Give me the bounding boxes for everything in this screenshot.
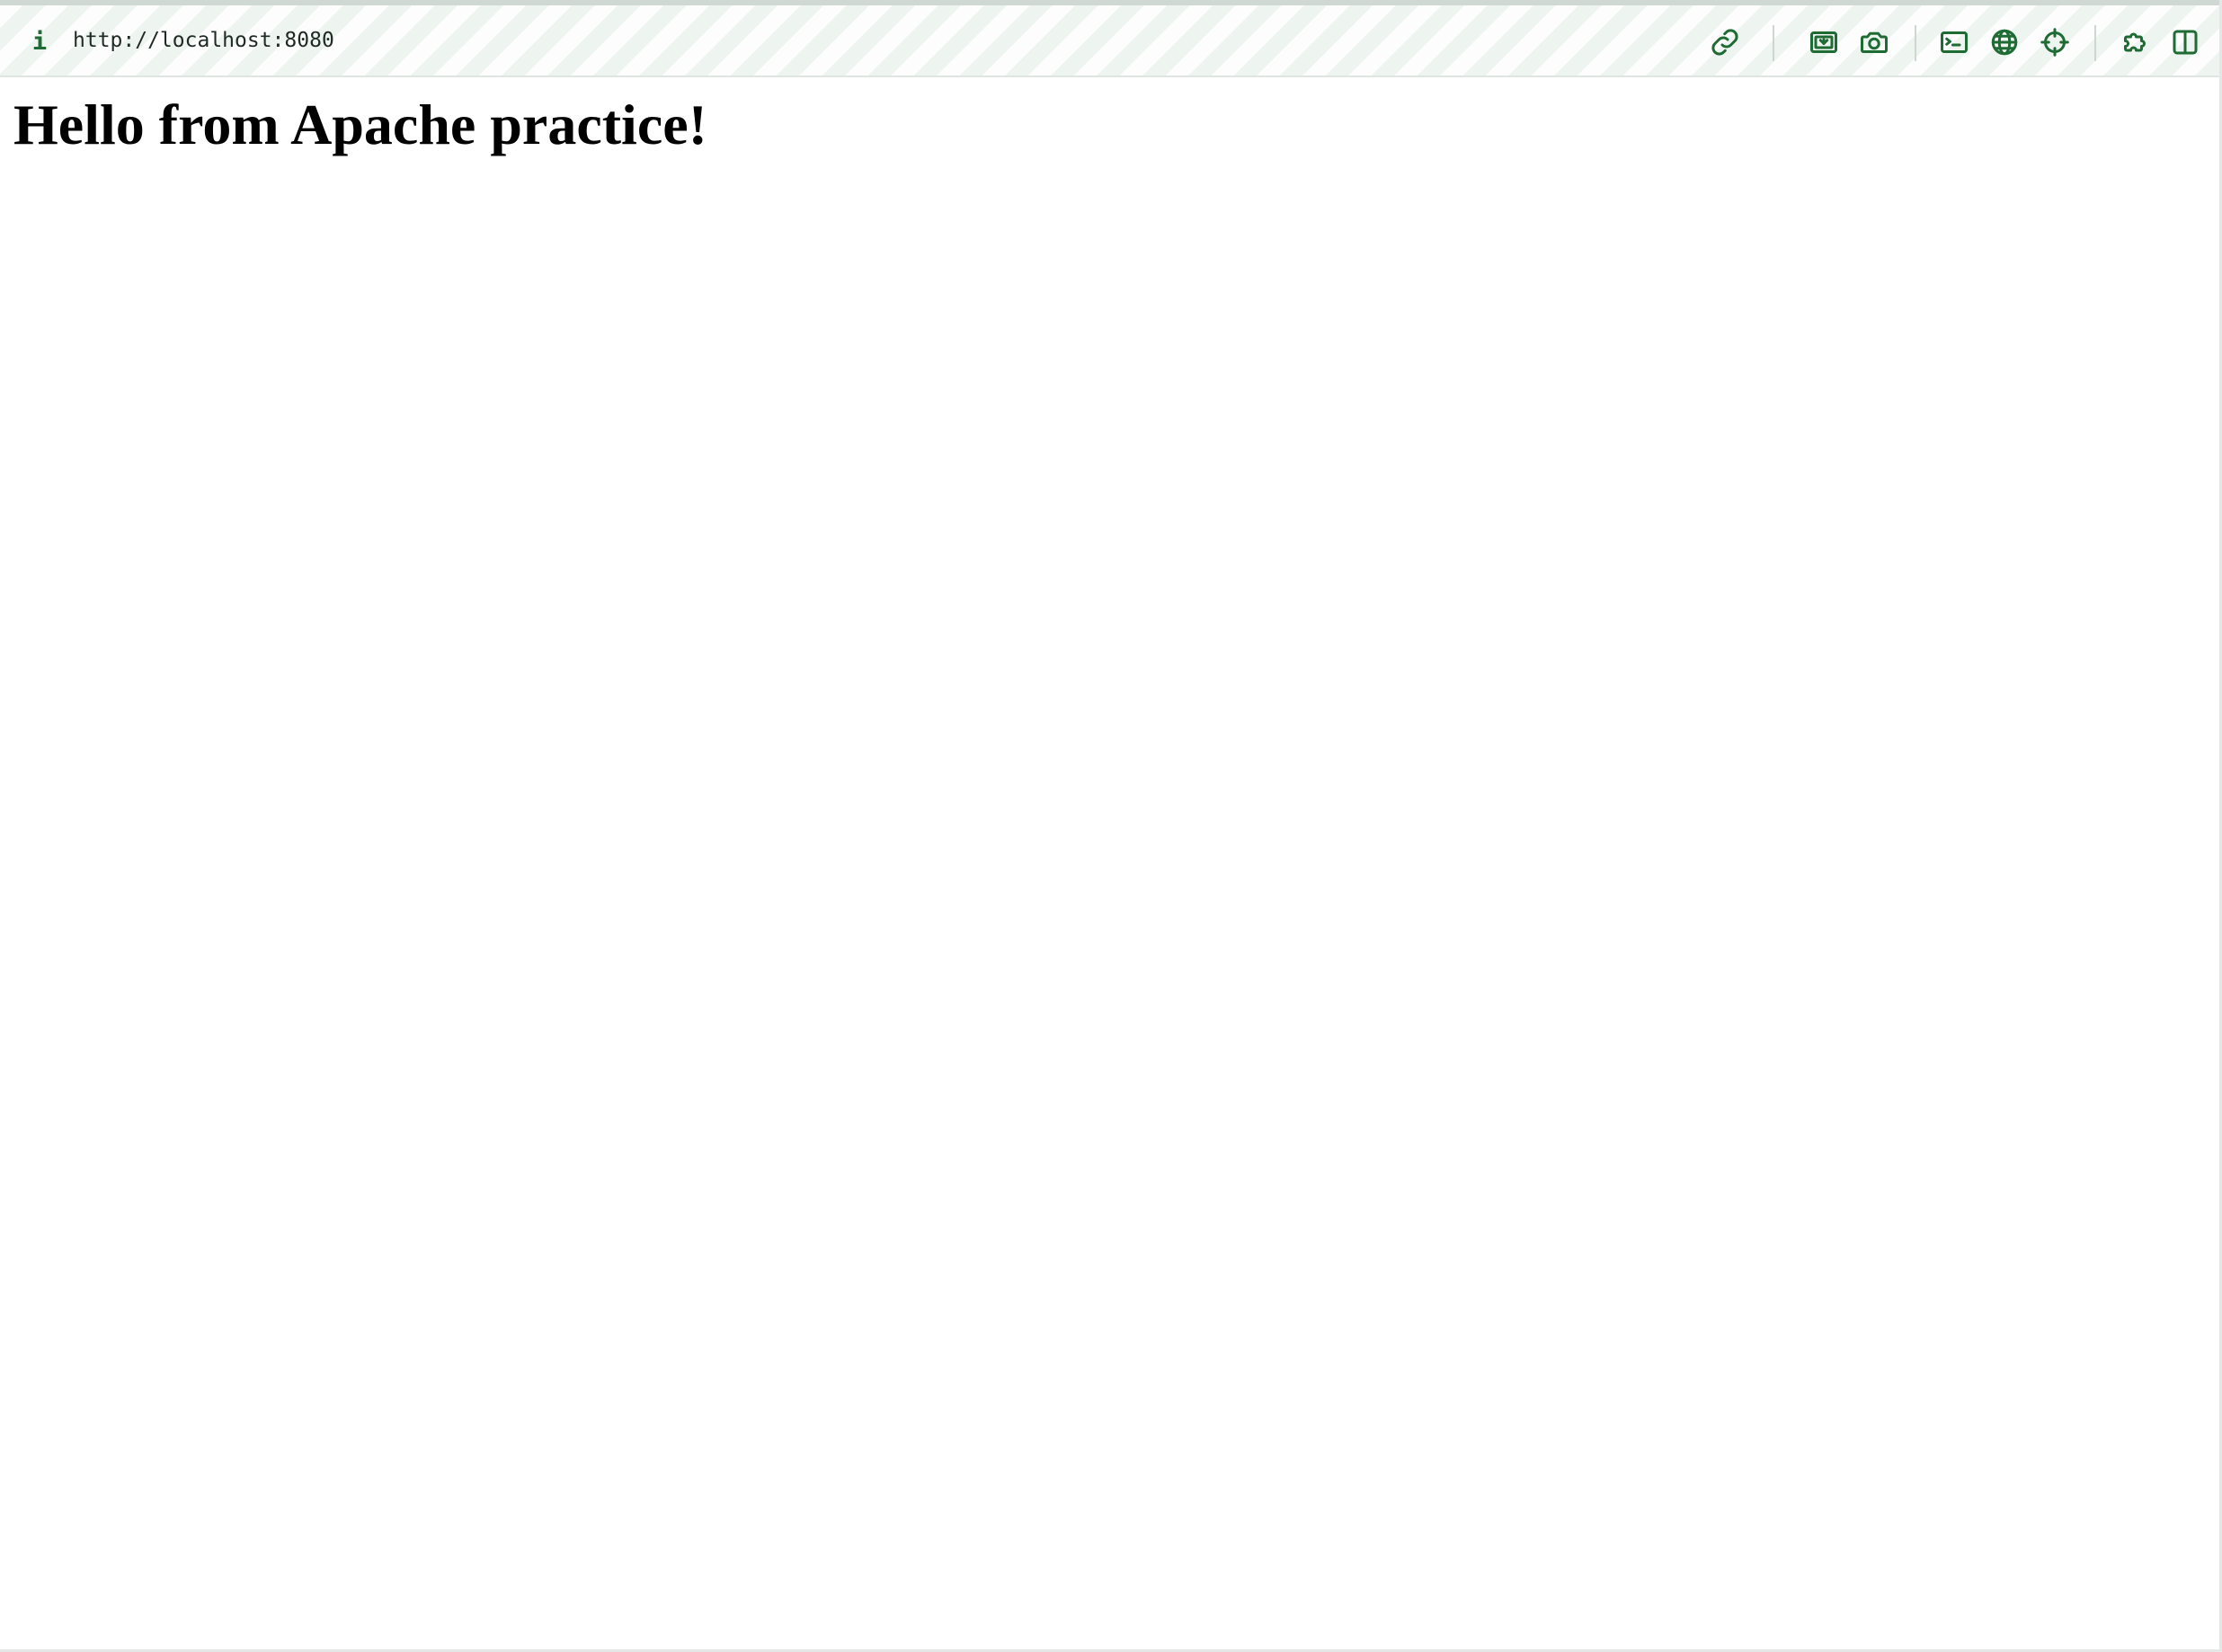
extensions-icon[interactable]: [2118, 25, 2152, 59]
page-heading: Hello from Apache practice!: [13, 93, 707, 156]
globe-icon-svg: [1991, 29, 2018, 56]
info-icon[interactable]: i: [27, 25, 52, 58]
picture-in-picture-icon-svg: [1810, 31, 1837, 53]
crosshair-icon[interactable]: [2038, 25, 2072, 59]
toolbar-separator: [2094, 25, 2096, 61]
page-content: Hello from Apache practice!: [0, 79, 2219, 1649]
url-field[interactable]: http://localhost:8080: [73, 29, 334, 52]
toolbar-separator: [1773, 25, 1774, 61]
terminal-icon-svg: [1941, 31, 1968, 53]
split-view-icon[interactable]: [2168, 25, 2202, 59]
link-icon-svg: [1711, 29, 1738, 56]
crosshair-icon-svg: [2040, 28, 2069, 57]
extensions-icon-svg: [2124, 32, 2146, 52]
link-icon[interactable]: [1708, 25, 1742, 59]
browser-window: i http://localhost:8080 Hello from Apach…: [0, 0, 2222, 1652]
browser-toolbar: i http://localhost:8080: [0, 5, 2219, 77]
globe-icon[interactable]: [1987, 25, 2022, 59]
toolbar-separator: [1915, 25, 1916, 61]
split-view-icon-svg: [2173, 30, 2198, 55]
picture-in-picture-icon[interactable]: [1807, 25, 1841, 59]
camera-icon[interactable]: [1857, 25, 1891, 59]
camera-icon-svg: [1861, 31, 1888, 53]
terminal-icon[interactable]: [1937, 25, 1971, 59]
